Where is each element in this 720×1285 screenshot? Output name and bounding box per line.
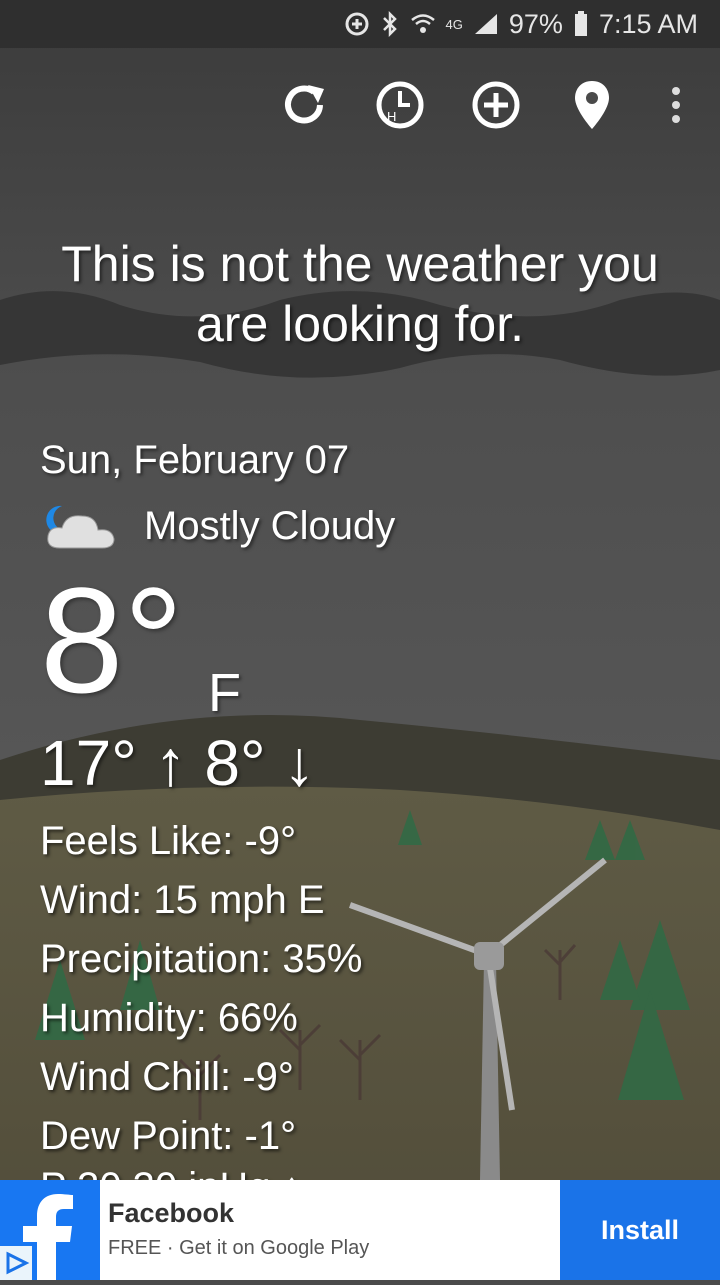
network-4g-label: 4G — [445, 16, 463, 32]
overflow-menu-button[interactable] — [644, 70, 708, 140]
weather-headline: This is not the weather you are looking … — [61, 236, 659, 352]
forecast-date: Sun, February 07 — [40, 438, 350, 482]
temperature-unit: F — [208, 663, 241, 723]
ad-subtitle: FREE · Get it on Google Play — [108, 1237, 370, 1259]
status-bar: 4G 97% 7:15 AM — [0, 0, 720, 48]
high-low-temperature: 17° ↑ 8° ↓ — [40, 727, 316, 799]
bluetooth-icon — [380, 11, 400, 37]
signal-strength-icon — [473, 12, 499, 36]
wifi-icon — [410, 12, 436, 36]
location-button[interactable] — [560, 70, 624, 140]
detail-wind: Wind: 15 mph E — [40, 878, 325, 922]
battery-percentage: 97% — [508, 8, 563, 39]
detail-precipitation: Precipitation: 35% — [40, 937, 363, 981]
app-toolbar: H — [0, 70, 720, 140]
location-pin-icon — [575, 81, 609, 129]
add-location-button[interactable] — [464, 70, 528, 140]
overflow-menu-icon — [672, 87, 680, 123]
moon-cloud-icon — [46, 505, 115, 549]
data-saver-icon — [344, 11, 370, 37]
add-location-icon — [472, 81, 520, 129]
ad-banner[interactable]: Facebook FREE · Get it on Google Play In… — [0, 1180, 720, 1280]
battery-icon — [573, 10, 589, 38]
detail-wind-chill: Wind Chill: -9° — [40, 1055, 294, 1099]
current-temperature: 8° — [40, 556, 184, 724]
install-button[interactable]: Install — [560, 1180, 720, 1280]
detail-dew-point: Dew Point: -1° — [40, 1114, 297, 1158]
condition-row: Mostly Cloudy — [40, 496, 395, 556]
ad-choices-icon[interactable] — [0, 1246, 32, 1280]
detail-humidity: Humidity: 66% — [40, 996, 298, 1040]
refresh-icon — [285, 85, 324, 124]
clock-time: 7:15 AM — [598, 8, 698, 39]
hourly-forecast-button[interactable]: H — [368, 70, 432, 140]
refresh-button[interactable] — [272, 70, 336, 140]
weather-details-list: Feels Like: -9° Wind: 15 mph E Precipita… — [40, 812, 362, 1166]
ad-title: Facebook — [108, 1198, 235, 1228]
condition-label: Mostly Cloudy — [144, 503, 396, 548]
detail-feels-like: Feels Like: -9° — [40, 819, 297, 863]
svg-text:H: H — [387, 109, 396, 124]
hourly-clock-icon: H — [376, 81, 424, 129]
